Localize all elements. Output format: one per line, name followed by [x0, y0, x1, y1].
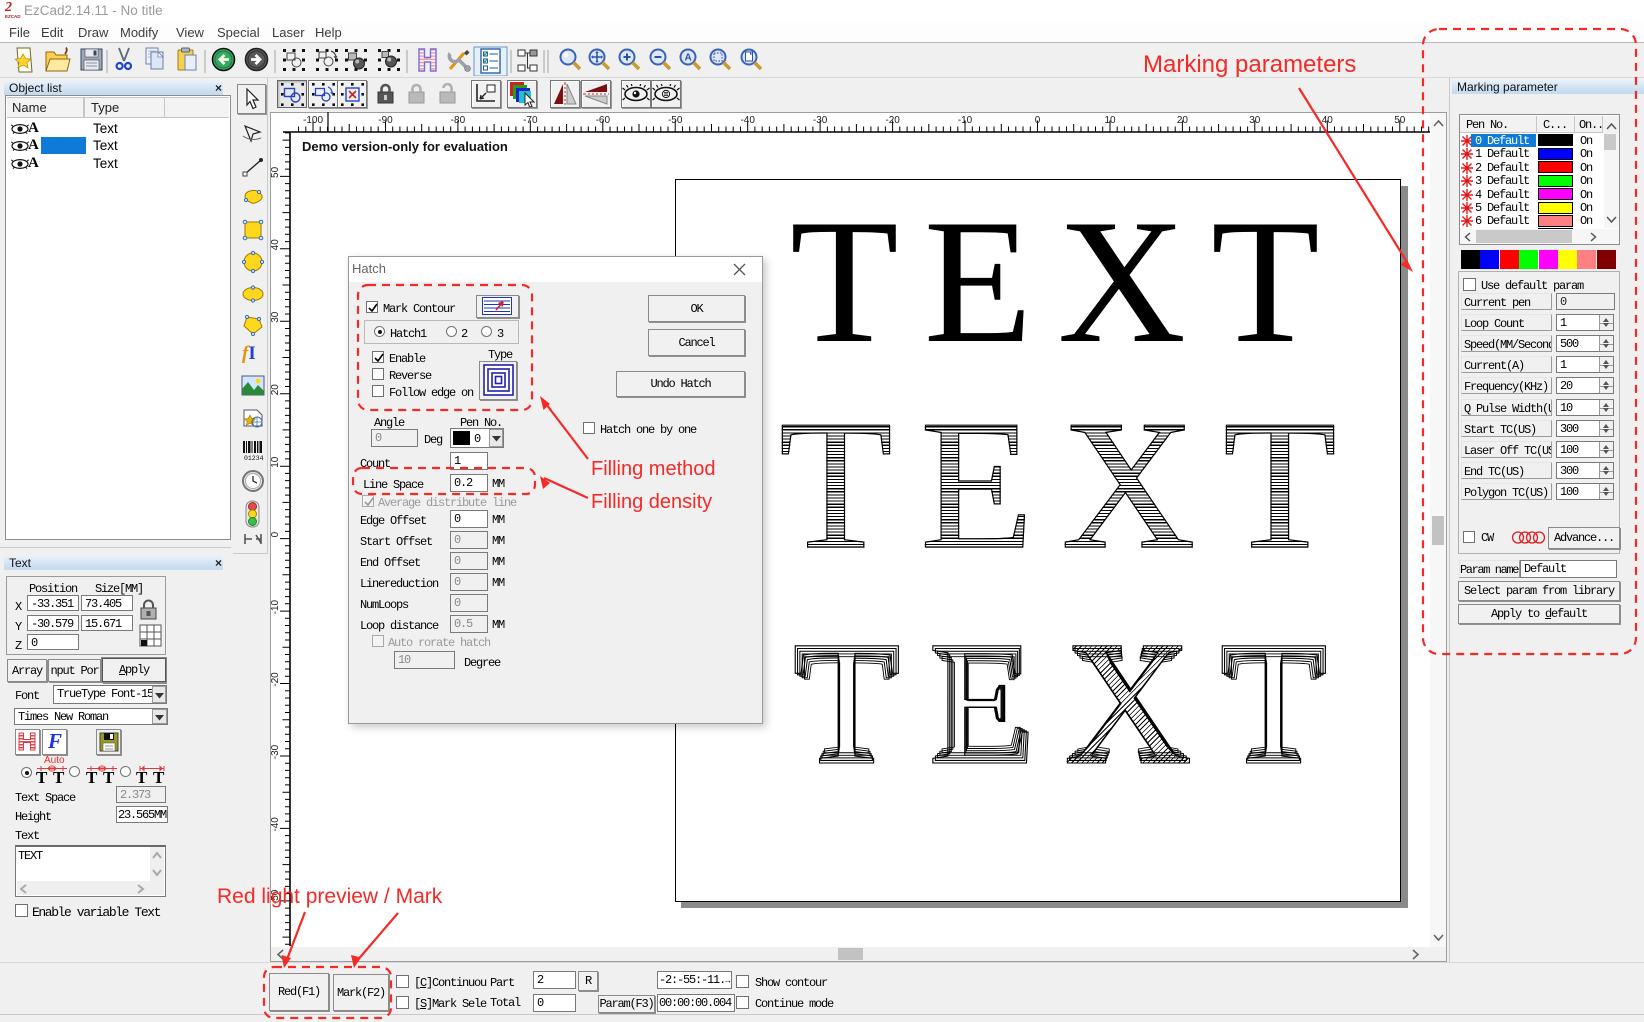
svg-text:-20: -20 [270, 672, 281, 687]
svg-text:30: 30 [1249, 115, 1261, 126]
svg-text:50: 50 [1394, 115, 1406, 126]
svg-text:20: 20 [1177, 115, 1189, 126]
svg-text:-30: -30 [270, 744, 281, 759]
svg-text:-50: -50 [668, 115, 683, 126]
svg-text:T: T [86, 768, 98, 785]
svg-text:50: 50 [270, 166, 281, 178]
svg-text:-80: -80 [451, 115, 466, 126]
svg-text:A: A [685, 53, 692, 64]
svg-text:T: T [53, 768, 65, 785]
svg-text:30: 30 [270, 311, 281, 323]
svg-text:40: 40 [270, 239, 281, 251]
svg-text:-100: -100 [303, 115, 323, 126]
svg-text:-10: -10 [958, 115, 973, 126]
svg-text:T: T [136, 768, 148, 785]
svg-text:-40: -40 [270, 817, 281, 832]
svg-text:40: 40 [1322, 115, 1334, 126]
svg-text:-70: -70 [523, 115, 538, 126]
svg-text:T: T [103, 768, 115, 785]
svg-text:-60: -60 [596, 115, 611, 126]
svg-text:0: 0 [1035, 115, 1041, 126]
svg-text:-20: -20 [885, 115, 900, 126]
svg-text:-40: -40 [740, 115, 755, 126]
svg-text:01234: 01234 [244, 455, 264, 462]
svg-text:-10: -10 [270, 599, 281, 614]
svg-text:20: 20 [270, 384, 281, 396]
svg-text:0: 0 [270, 531, 281, 537]
svg-text:-90: -90 [378, 115, 393, 126]
svg-text:T: T [36, 768, 48, 785]
svg-text:T: T [153, 768, 165, 785]
svg-text:10: 10 [1104, 115, 1116, 126]
svg-text:10: 10 [270, 456, 281, 468]
svg-text:-30: -30 [813, 115, 828, 126]
